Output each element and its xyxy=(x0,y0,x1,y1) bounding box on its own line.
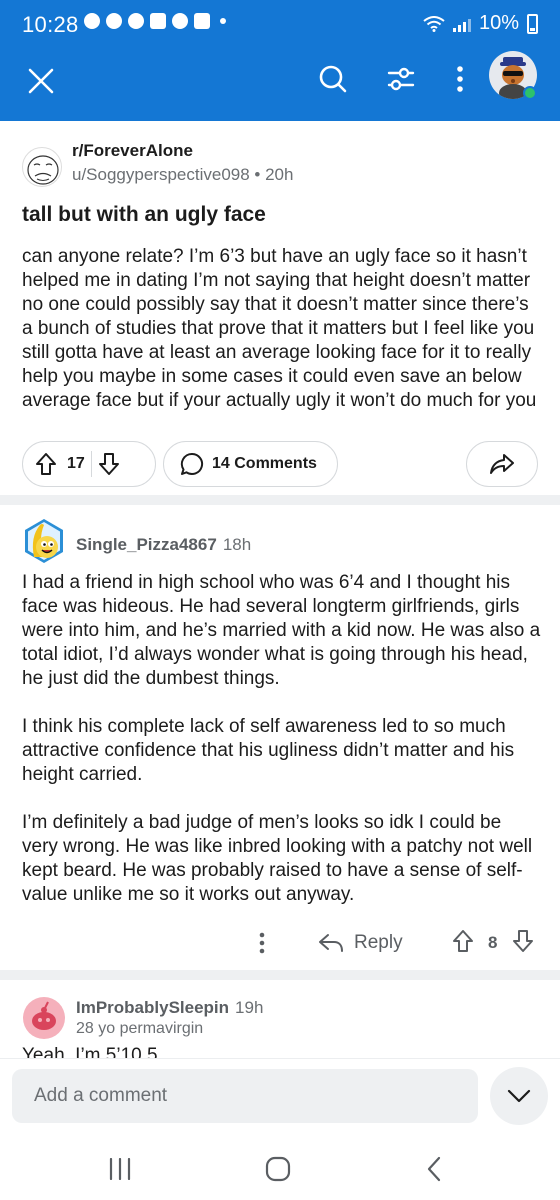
more-vertical-icon xyxy=(259,932,265,954)
snoo-avatar-icon xyxy=(23,997,65,1039)
comment-body: Yeah, I’m 5’10.5 xyxy=(22,1045,158,1058)
subreddit-avatar[interactable] xyxy=(22,147,62,187)
wifi-icon xyxy=(423,15,445,32)
comment-username[interactable]: Single_Pizza4867 xyxy=(76,535,217,554)
online-status-dot xyxy=(523,86,537,100)
more-notifications-dot xyxy=(220,18,226,24)
upvote-icon[interactable] xyxy=(35,452,57,476)
forever-alone-face-icon xyxy=(27,155,59,185)
downvote-icon[interactable] xyxy=(98,452,120,476)
comment-body: I had a friend in high school who was 6’… xyxy=(22,571,542,907)
recent-apps-icon xyxy=(109,1158,131,1180)
user-avatar-button[interactable] xyxy=(487,48,539,102)
comment-composer xyxy=(0,1058,560,1136)
banana-avatar-icon xyxy=(25,519,63,563)
post-vote-count: 17 xyxy=(67,455,85,472)
close-icon xyxy=(28,68,54,94)
post-author-meta[interactable]: u/Soggyperspective098 • 20h xyxy=(72,165,293,185)
post-vote-control: 17 xyxy=(22,441,156,487)
telegram-icon xyxy=(194,13,210,29)
search-button[interactable] xyxy=(310,56,356,102)
whatsapp-icon xyxy=(84,13,100,29)
user-flair: 28 yo permavirgin xyxy=(76,1020,204,1037)
notification-icons xyxy=(84,13,226,29)
back-chevron-icon xyxy=(427,1156,441,1182)
comment-username[interactable]: ImProbablySleepin xyxy=(76,998,229,1017)
battery-percent: 10% xyxy=(478,12,519,34)
status-bar: 10:28 10% xyxy=(0,0,560,48)
comment-paragraph: I had a friend in high school who was 6’… xyxy=(22,572,541,689)
more-vertical-icon xyxy=(457,66,463,92)
message-icon xyxy=(150,13,166,29)
subreddit-name[interactable]: r/ForeverAlone xyxy=(72,141,193,161)
comment-downvote-icon[interactable] xyxy=(512,929,534,953)
search-icon xyxy=(319,65,347,93)
section-divider xyxy=(0,970,560,980)
sort-filter-button[interactable] xyxy=(378,56,424,102)
comment-upvote-icon[interactable] xyxy=(452,929,474,953)
commenter-avatar[interactable] xyxy=(22,517,66,565)
comment-bubble-icon xyxy=(180,452,204,475)
share-icon xyxy=(490,454,514,474)
post-title: tall but with an ugly face xyxy=(22,203,266,226)
comment: ImProbablySleepin 19h 28 yo permavirgin Y… xyxy=(0,980,560,1058)
status-right: 10% xyxy=(423,12,538,35)
vote-divider xyxy=(91,451,92,477)
expand-comments-button[interactable] xyxy=(490,1067,548,1125)
snapchat-icon xyxy=(172,13,188,29)
share-button[interactable] xyxy=(466,441,538,487)
home-icon xyxy=(265,1156,291,1182)
reply-label: Reply xyxy=(354,932,403,953)
reply-arrow-icon xyxy=(319,934,343,952)
comments-count-label: 14 Comments xyxy=(212,455,317,472)
comment-author[interactable]: Single_Pizza4867 18h xyxy=(76,535,251,555)
back-button[interactable] xyxy=(412,1152,456,1186)
snapchat-icon xyxy=(106,13,122,29)
comment-more-button[interactable] xyxy=(250,927,274,959)
section-divider xyxy=(0,495,560,505)
add-comment-input[interactable] xyxy=(12,1069,478,1123)
signal-icon xyxy=(452,16,471,32)
app-header: 10:28 10% xyxy=(0,0,560,121)
comment-actions: Reply 8 xyxy=(0,923,560,963)
comment-score: 8 xyxy=(488,933,498,952)
post-body: can anyone relate? I’m 6’3 but have an u… xyxy=(22,246,537,411)
comment-paragraph: I think his complete lack of self awaren… xyxy=(22,716,515,785)
comments-button[interactable]: 14 Comments xyxy=(163,441,338,487)
system-navigation-bar xyxy=(0,1136,560,1200)
snapchat-icon xyxy=(128,13,144,29)
battery-icon xyxy=(527,13,538,34)
more-options-button[interactable] xyxy=(440,56,480,102)
commenter-avatar[interactable] xyxy=(22,996,66,1044)
filter-icon xyxy=(387,67,415,91)
comment-age: 19h xyxy=(235,998,264,1017)
home-button[interactable] xyxy=(256,1152,300,1186)
comment-author[interactable]: ImProbablySleepin 19h xyxy=(76,998,263,1018)
comment-paragraph: I’m definitely a bad judge of men’s look… xyxy=(22,812,533,905)
comment-age: 18h xyxy=(222,535,252,554)
status-time: 10:28 xyxy=(22,12,79,37)
close-button[interactable] xyxy=(18,58,64,104)
reply-button[interactable]: Reply xyxy=(318,925,403,961)
recent-apps-button[interactable] xyxy=(98,1152,142,1186)
chevron-down-icon xyxy=(507,1089,531,1103)
